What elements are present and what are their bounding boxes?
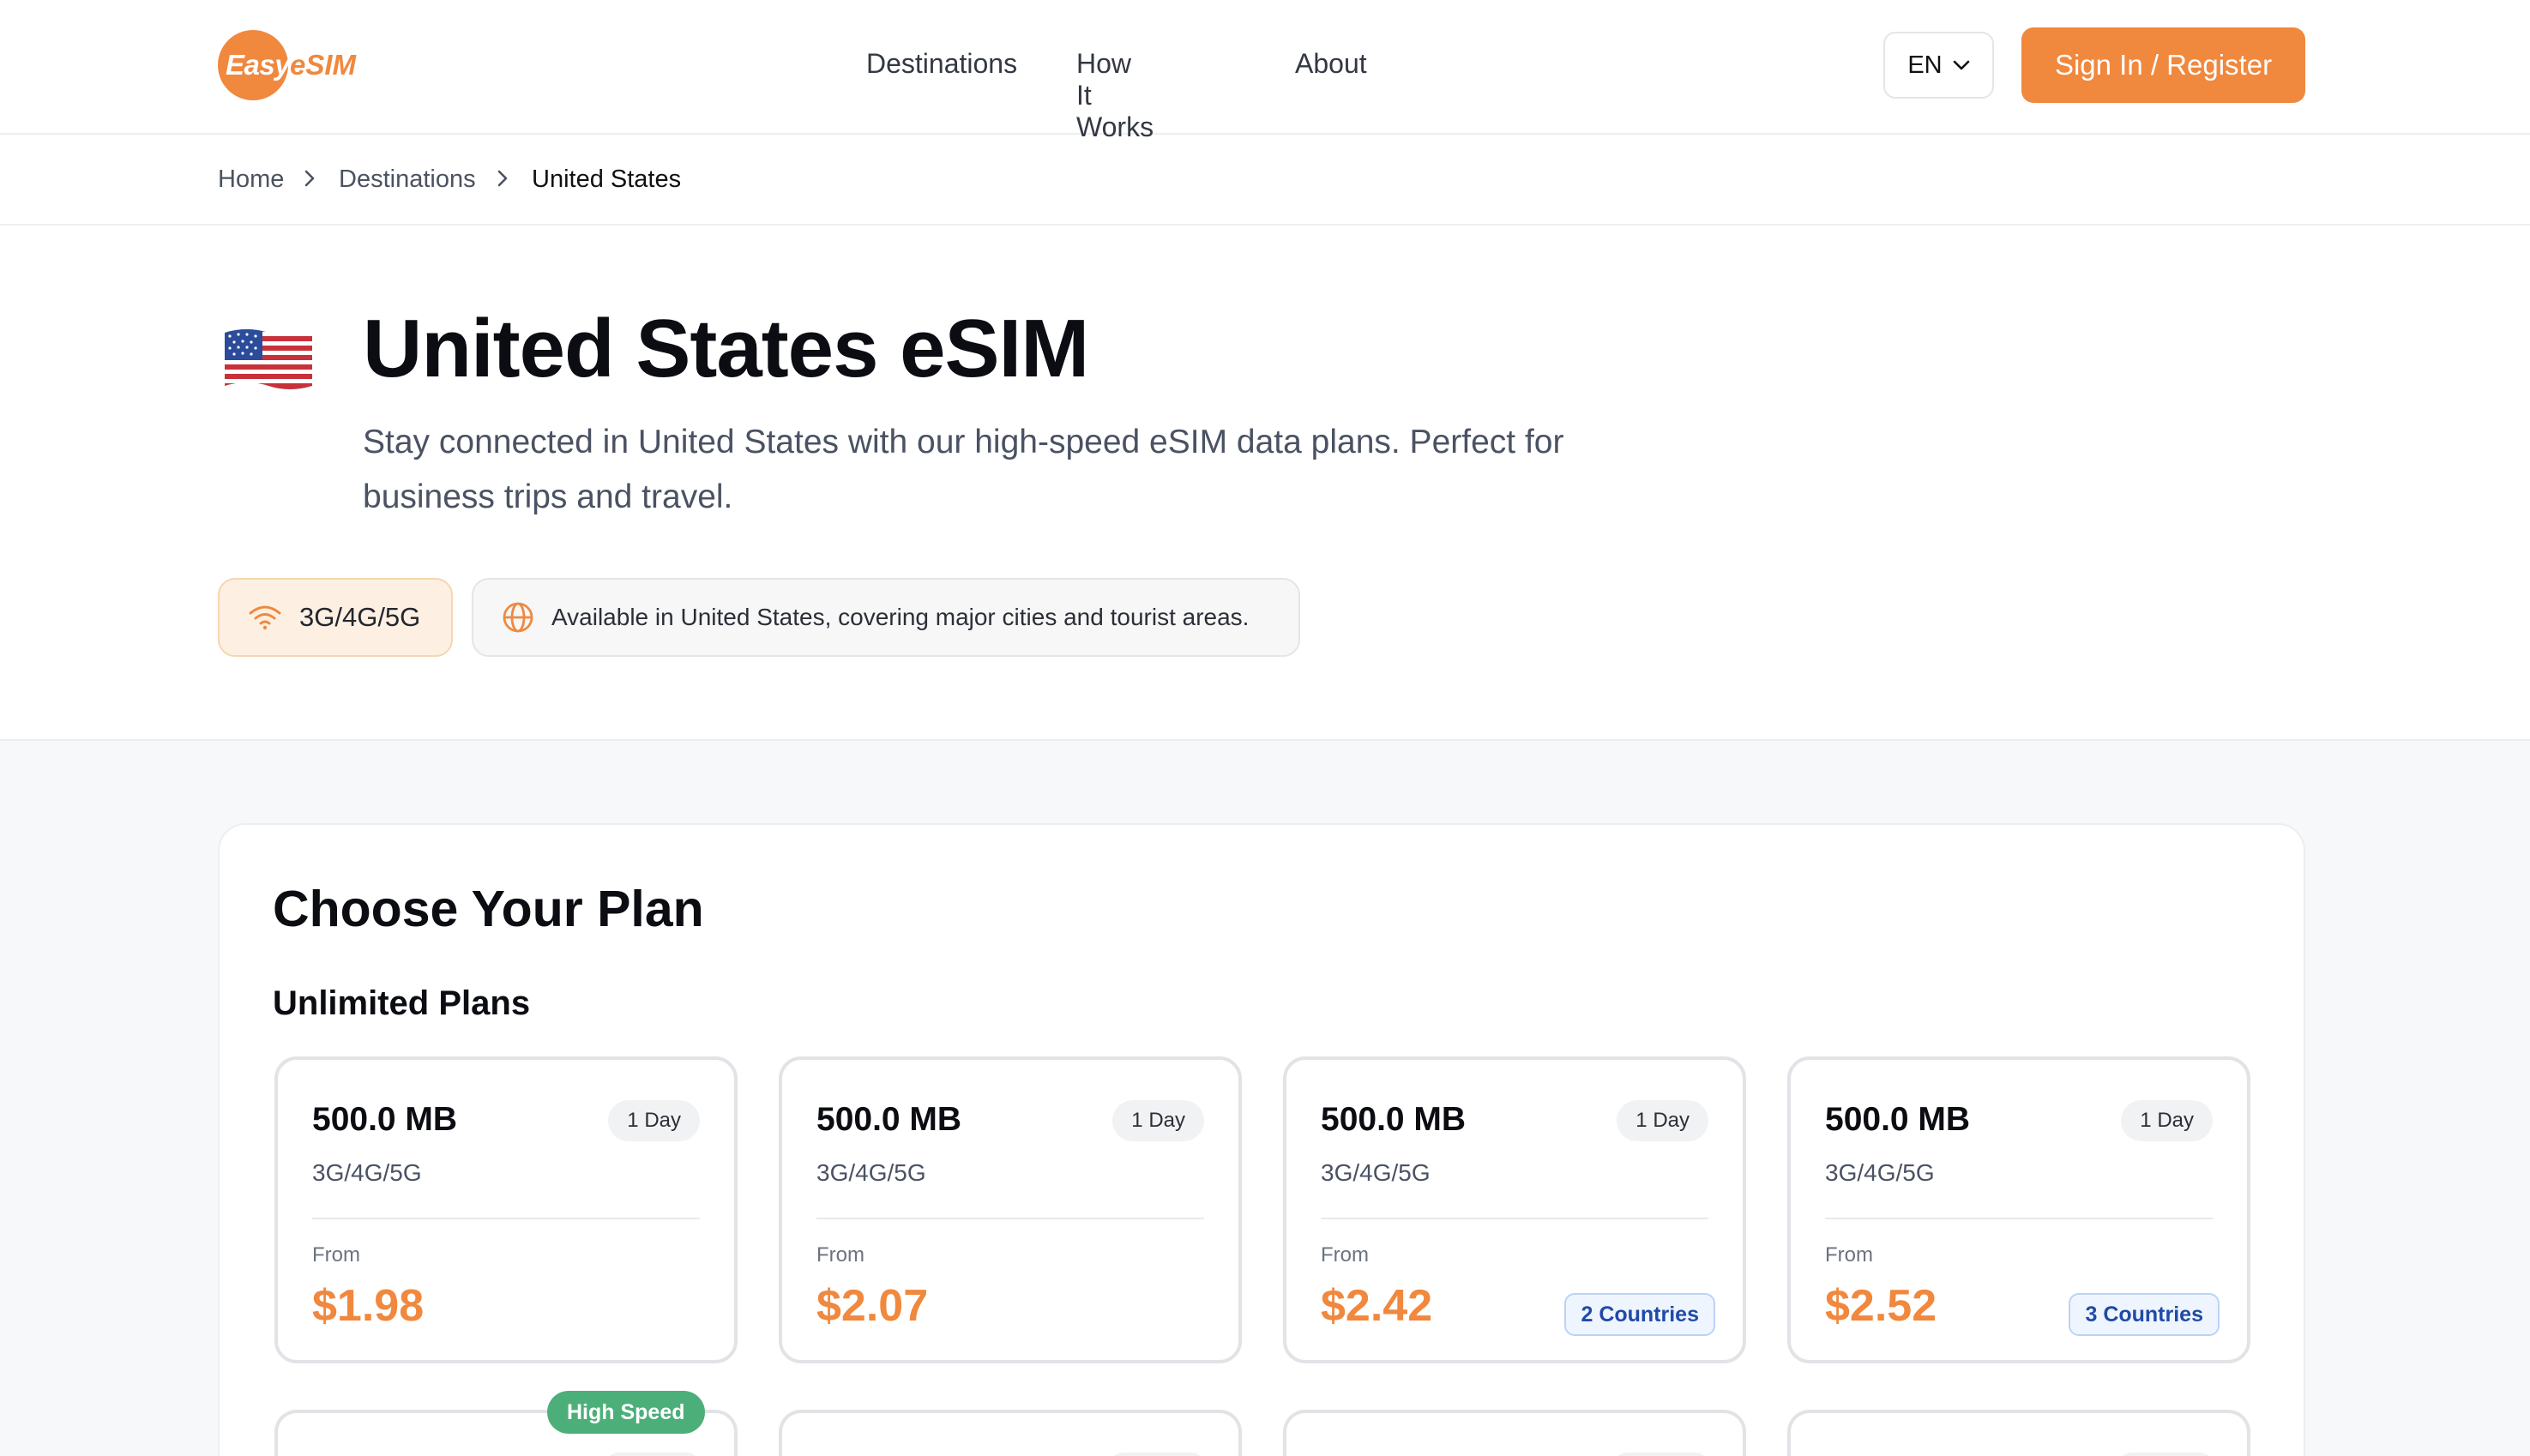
plan-price: $2.52 [1825, 1281, 1937, 1331]
nav-about[interactable]: About [1295, 48, 1367, 80]
plan-duration-badge: 1 Day [608, 1100, 700, 1141]
coverage-badge: Available in United States, covering maj… [472, 578, 1300, 657]
wifi-icon [249, 605, 281, 630]
plan-price: $1.98 [312, 1281, 425, 1331]
plan-duration-badge [1614, 1453, 1708, 1456]
plan-from-label: From [312, 1243, 360, 1266]
plan-divider [1321, 1218, 1708, 1219]
plan-card[interactable] [1283, 1410, 1746, 1456]
language-selector[interactable]: EN [1883, 32, 1994, 99]
chevron-down-icon [1953, 60, 1969, 70]
plan-duration-badge: 1 Day [1112, 1100, 1204, 1141]
plan-data-amount: 500.0 MB [1321, 1101, 1467, 1138]
plan-data-amount: 500.0 MB [1825, 1101, 1971, 1138]
logo[interactable]: Easy eSIM [218, 29, 356, 101]
plan-duration-badge [2118, 1453, 2213, 1456]
plan-countries-badge: 3 Countries [2069, 1293, 2220, 1336]
breadcrumb: Home Destinations United States [0, 135, 2530, 226]
plan-duration-badge [1110, 1453, 1204, 1456]
language-label: EN [1907, 51, 1943, 79]
plan-duration-badge [605, 1453, 700, 1456]
plan-duration-badge: 1 Day [2121, 1100, 2213, 1141]
network-badge: 3G/4G/5G [218, 578, 453, 657]
plan-network: 3G/4G/5G [816, 1159, 926, 1186]
plan-card[interactable]: 500.0 MB 1 Day 3G/4G/5G From $1.98 [274, 1056, 738, 1363]
plan-card[interactable] [779, 1410, 1242, 1456]
logo-mark: Easy [218, 30, 291, 100]
plan-countries-badge: 2 Countries [1564, 1293, 1715, 1336]
logo-easy-text: Easy [226, 49, 291, 81]
plan-price: $2.42 [1321, 1281, 1433, 1331]
breadcrumb-home[interactable]: Home [218, 165, 284, 194]
coverage-label: Available in United States, covering maj… [551, 604, 1250, 630]
plan-card[interactable]: 500.0 MB 1 Day 3G/4G/5G From $2.07 [779, 1056, 1242, 1363]
high-speed-badge: High Speed [547, 1391, 705, 1434]
plan-from-label: From [816, 1243, 864, 1266]
plan-duration-badge: 1 Day [1617, 1100, 1708, 1141]
plan-from-label: From [1825, 1243, 1873, 1266]
us-flag-icon [225, 329, 312, 389]
logo-esim-text: eSIM [290, 49, 357, 81]
plans-subtitle: Unlimited Plans [273, 984, 531, 1022]
plan-card[interactable] [1787, 1410, 2250, 1456]
breadcrumb-current: United States [532, 165, 682, 193]
plan-data-amount: 500.0 MB [816, 1101, 962, 1138]
globe-icon [503, 602, 533, 633]
plan-network: 3G/4G/5G [1825, 1159, 1935, 1186]
plan-from-label: From [1321, 1243, 1369, 1266]
sign-in-register-button[interactable]: Sign In / Register [2021, 27, 2305, 103]
nav-destinations[interactable]: Destinations [866, 48, 1017, 80]
plan-network: 3G/4G/5G [1321, 1159, 1431, 1186]
site-header: Easy eSIM Destinations How It Works Abou… [0, 0, 2530, 142]
chevron-right-icon [304, 170, 315, 187]
breadcrumb-destinations[interactable]: Destinations [339, 165, 476, 194]
page-description: Stay connected in United States with our… [363, 424, 1564, 515]
page-title: United States eSIM [363, 303, 1089, 394]
network-label: 3G/4G/5G [299, 602, 421, 632]
plan-divider [816, 1218, 1204, 1219]
chevron-right-icon [497, 170, 508, 187]
nav-how-it-works[interactable]: How It Works [1076, 48, 1154, 143]
plans-title: Choose Your Plan [273, 881, 704, 937]
plan-card[interactable]: 500.0 MB 1 Day 3G/4G/5G From $2.42 2 Cou… [1283, 1056, 1746, 1363]
plan-price: $2.07 [816, 1281, 929, 1331]
plan-divider [312, 1218, 700, 1219]
plan-card[interactable]: 500.0 MB 1 Day 3G/4G/5G From $2.52 3 Cou… [1787, 1056, 2250, 1363]
plan-network: 3G/4G/5G [312, 1159, 422, 1186]
plan-divider [1825, 1218, 2213, 1219]
plan-data-amount: 500.0 MB [312, 1101, 458, 1138]
